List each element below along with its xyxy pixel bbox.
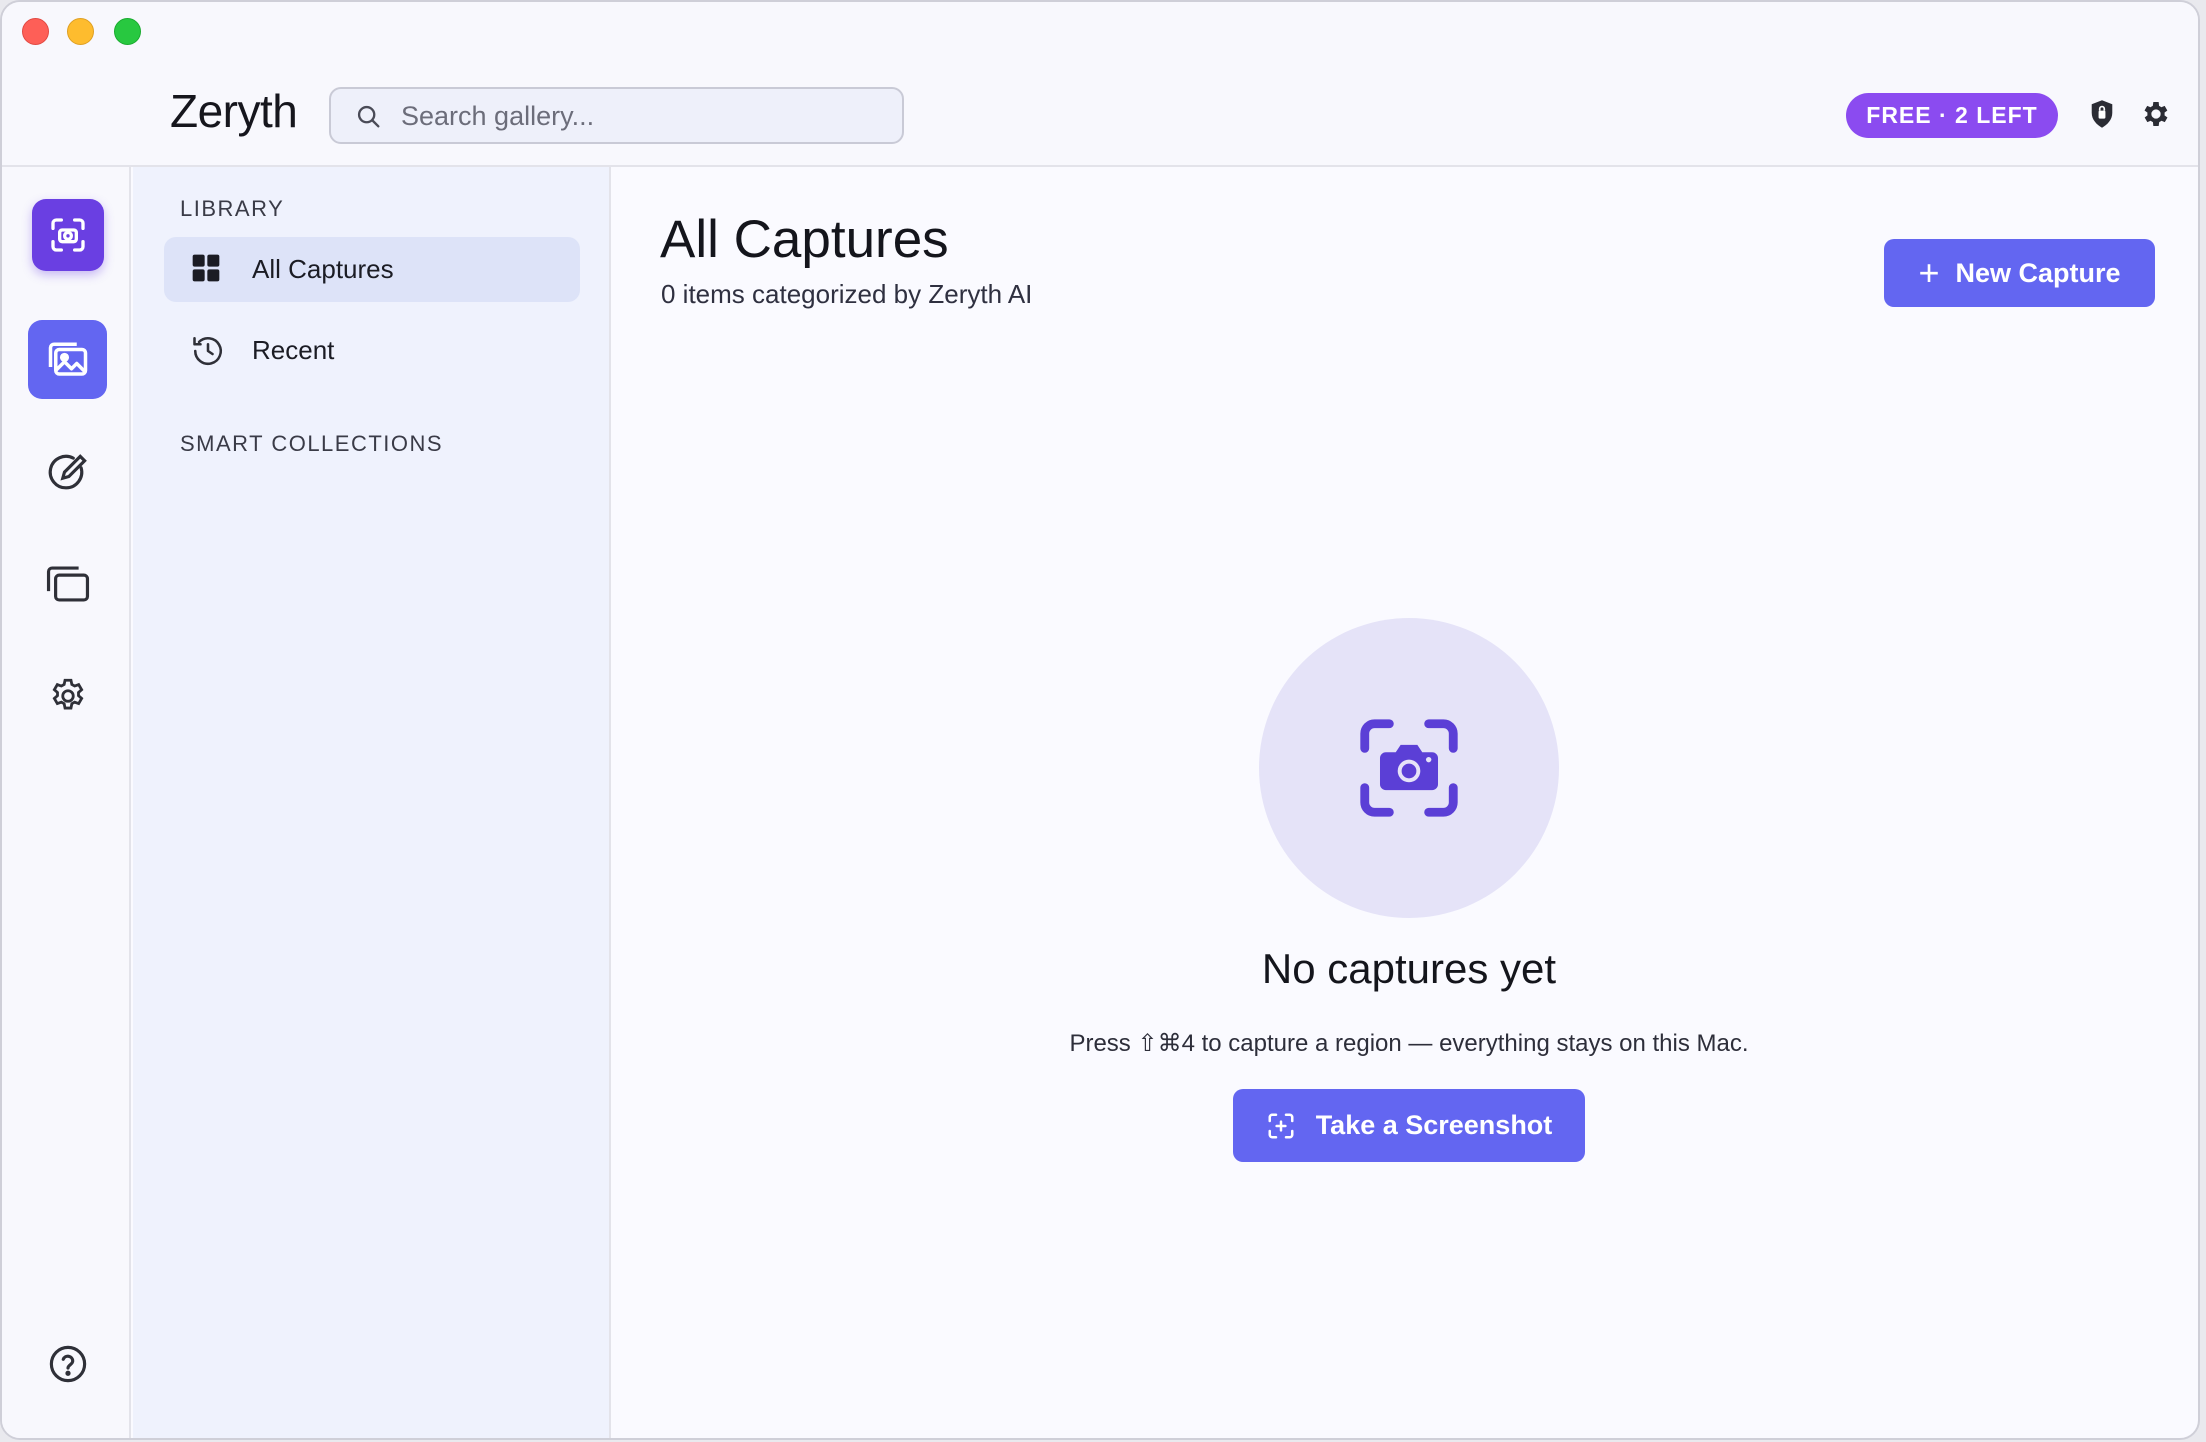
rail-windows-button[interactable]	[28, 544, 107, 623]
shield-icon[interactable]	[2088, 98, 2116, 130]
rail-annotate-button[interactable]	[28, 433, 107, 512]
search-icon	[357, 105, 380, 128]
minimize-window-button[interactable]	[67, 18, 94, 45]
search-box[interactable]	[329, 87, 904, 144]
grid-icon	[192, 254, 220, 282]
windows-icon	[46, 565, 89, 602]
sidebar-item-label: Recent	[252, 335, 335, 365]
settings-icon	[52, 678, 83, 709]
rail-capture-button[interactable]	[32, 199, 104, 271]
page-title: All Captures	[660, 210, 949, 269]
empty-state-illustration	[1259, 618, 1559, 918]
sidebar: LIBRARY All Captures Recent SMART COLLEC…	[133, 167, 611, 1438]
nav-rail	[2, 167, 131, 1438]
app-window: Zeryth FREE · 2 LEFT	[0, 0, 2200, 1440]
search-input[interactable]	[401, 97, 881, 135]
take-screenshot-button[interactable]: Take a Screenshot	[1233, 1089, 1585, 1162]
rail-gallery-button[interactable]	[28, 320, 107, 399]
take-screenshot-label: Take a Screenshot	[1315, 1110, 1553, 1140]
page-subtitle: 0 items categorized by Zeryth AI	[661, 279, 1033, 309]
capture-region-icon	[1268, 1113, 1294, 1138]
help-icon	[49, 1345, 86, 1382]
main-content: All Captures 0 items categorized by Zery…	[613, 167, 2198, 1438]
rail-settings-button[interactable]	[28, 656, 107, 735]
gear-icon[interactable]	[2140, 98, 2172, 130]
capture-icon	[1360, 719, 1458, 817]
library-section-label: LIBRARY	[180, 196, 285, 221]
gallery-icon	[48, 342, 87, 376]
plus-icon: +	[1918, 252, 1940, 293]
annotate-icon	[48, 453, 87, 489]
new-capture-label: New Capture	[1955, 257, 2121, 288]
new-capture-button[interactable]: + New Capture	[1884, 239, 2155, 307]
plan-badge[interactable]: FREE · 2 LEFT	[1846, 93, 2058, 138]
close-window-button[interactable]	[22, 18, 49, 45]
history-icon	[193, 336, 222, 366]
app-title: Zeryth	[170, 85, 298, 137]
rail-help-button[interactable]	[28, 1324, 107, 1403]
toolbar: Zeryth FREE · 2 LEFT	[2, 2, 2198, 167]
sidebar-item-label: All Captures	[252, 254, 394, 284]
empty-state-message: Press ⇧⌘4 to capture a region — everythi…	[1069, 1030, 1749, 1057]
smart-collections-section-label: SMART COLLECTIONS	[180, 431, 444, 456]
zoom-window-button[interactable]	[114, 18, 141, 45]
sidebar-item-all-captures[interactable]: All Captures	[164, 237, 580, 302]
sidebar-item-recent[interactable]: Recent	[164, 318, 580, 383]
capture-icon	[51, 218, 85, 252]
empty-state-title: No captures yet	[1261, 945, 1557, 992]
